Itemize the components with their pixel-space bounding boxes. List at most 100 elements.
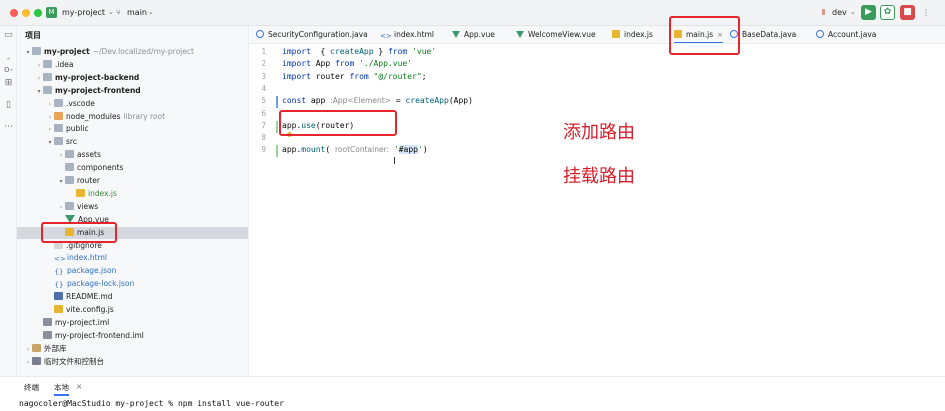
branch-name[interactable]: main [127, 8, 147, 17]
md-icon [54, 292, 63, 301]
folder-icon [65, 176, 74, 184]
tree-item-index-html[interactable]: <>index.html [17, 252, 248, 264]
js-file-icon [612, 30, 620, 38]
tab-label: Account.java [828, 30, 877, 39]
tree-item-readme-md[interactable]: README.md [17, 291, 248, 303]
tree-item-my-project-frontend[interactable]: ▾ my-project-frontend [17, 85, 248, 98]
highlight-box-app-use [279, 110, 397, 136]
html-icon: <> [54, 255, 66, 264]
tab-label: SecurityConfiguration.java [268, 30, 368, 39]
chevron-down-icon[interactable]: ▾ [46, 137, 54, 149]
terminal-command[interactable]: nagocoler@MacStudio my-project % npm ins… [19, 399, 284, 408]
folder-icon[interactable]: ▭ [3, 30, 14, 41]
tree-item-my-project-iml[interactable]: my-project.iml [17, 317, 248, 329]
tab-local[interactable]: 本地 [54, 382, 69, 396]
tree-item-src[interactable]: ▾ src [17, 136, 248, 149]
highlight-box-main-tab [669, 16, 740, 55]
tree-item-router[interactable]: ▾ router [17, 175, 248, 188]
chevron-down-icon[interactable]: ▾ [24, 47, 32, 59]
tree-item-label: .vscode [66, 98, 95, 108]
chevron-down-icon: ⌄ [148, 8, 154, 16]
tree-item-label: my-project-frontend.iml [55, 330, 144, 340]
tab-terminal[interactable]: 终端 [24, 382, 39, 393]
chevron-right-icon[interactable]: › [24, 344, 32, 356]
code-line-3[interactable]: import router from "@/router"; [282, 72, 427, 81]
bookmark-icon[interactable]: ▯ [3, 100, 14, 111]
folder-icon [32, 47, 41, 55]
tree-item-suffix: library root [123, 111, 166, 121]
more-options-icon[interactable]: ⋮ [922, 8, 930, 17]
code-line-5[interactable]: const app :App<Element> = createApp(App) [282, 96, 473, 105]
folder-icon [43, 85, 52, 94]
chevron-right-icon[interactable]: › [46, 112, 54, 124]
line-number: 5 [261, 96, 266, 106]
stop-icon[interactable]: ■ [900, 5, 915, 20]
tree-item-label: 外部库 [44, 343, 67, 353]
commit-icon[interactable]: -o- [3, 54, 14, 75]
tab-index-html[interactable]: <> index.html [380, 26, 434, 43]
tree-item-vite-config-js[interactable]: vite.config.js [17, 304, 248, 316]
more-tools-icon[interactable]: ⋯ [3, 122, 14, 133]
tree-item-label: views [77, 201, 99, 211]
chevron-right-icon[interactable]: › [57, 150, 65, 162]
chevron-down-icon[interactable]: ▾ [57, 176, 65, 188]
debug-icon[interactable]: ✿ [880, 5, 895, 20]
minimize-window-button[interactable] [22, 9, 30, 17]
tree-item-assets[interactable]: › assets [17, 149, 248, 162]
chevron-right-icon[interactable]: › [24, 357, 32, 369]
tab-account-java[interactable]: Account.java [816, 26, 877, 43]
chevron-down-icon[interactable]: ▾ [35, 86, 43, 98]
close-window-button[interactable] [10, 9, 18, 17]
chevron-right-icon[interactable]: › [35, 73, 43, 85]
tree-item-my-project-frontend-iml[interactable]: my-project-frontend.iml [17, 330, 248, 342]
tab-index-js[interactable]: index.js [612, 26, 653, 43]
tab-label: index.js [624, 30, 653, 39]
chevron-right-icon[interactable]: › [57, 202, 65, 214]
close-icon[interactable]: × [76, 382, 82, 391]
tree-item-package-json[interactable]: {} package.json [17, 265, 248, 277]
tree-item-public[interactable]: › public [17, 123, 248, 136]
tab-label: WelcomeView.vue [528, 30, 596, 39]
tree-item-外部库[interactable]: › 外部库 [17, 343, 248, 356]
java-file-icon [256, 30, 264, 38]
tool-strip: ▭ -o- ⊞ ▯ ⋯ [0, 26, 17, 376]
maximize-window-button[interactable] [34, 9, 42, 17]
tree-item-label: my-project [44, 47, 90, 56]
tree-item-components[interactable]: components [17, 162, 248, 174]
chevron-right-icon[interactable]: › [46, 99, 54, 111]
tree-item-临时文件和控制台[interactable]: › 临时文件和控制台 [17, 356, 248, 369]
tree-item--idea[interactable]: › .idea [17, 59, 248, 72]
code-line-1[interactable]: import { createApp } from 'vue' [282, 47, 436, 56]
structure-icon[interactable]: ⊞ [3, 78, 14, 89]
terminal-panel: 终端 本地 × nagocoler@MacStudio my-project %… [0, 376, 945, 411]
run-config[interactable]: dev [832, 8, 847, 17]
tree-item-package-lock-json[interactable]: {} package-lock.json [17, 278, 248, 290]
chevron-right-icon[interactable]: › [46, 124, 54, 136]
tree-item-label: 临时文件和控制台 [44, 356, 104, 366]
tree-item-my-project-backend[interactable]: › my-project-backend [17, 72, 248, 85]
tree-item-label: index.js [88, 188, 117, 198]
code-line-9[interactable]: app.mount( rootContainer: '#app') [282, 145, 428, 155]
project-panel-header[interactable]: 项目 [25, 30, 41, 41]
chevron-right-icon[interactable]: › [35, 60, 43, 72]
tab-securityconfiguration-java[interactable]: SecurityConfiguration.java [256, 26, 368, 43]
title-bar: M my-project ⌄ ⑂ main ⌄ ⫴ dev ⌄ ▶ ✿ ■ ⋮ [0, 0, 945, 26]
tree-item-node-modules[interactable]: › node_modules library root [17, 111, 248, 124]
branch-icon: ⑂ [116, 8, 121, 17]
tree-item--vscode[interactable]: › .vscode [17, 98, 248, 111]
code-line-2[interactable]: import App from './App.vue' [282, 59, 412, 68]
tree-item-index-js[interactable]: index.js [17, 188, 248, 200]
code-token: 'vue' [407, 47, 437, 56]
project-badge[interactable]: M [46, 7, 57, 18]
tree-item-my-project[interactable]: ▾ my-project ~/Dev.localized/my-project [17, 46, 248, 59]
run-icon[interactable]: ▶ [861, 5, 876, 20]
tab-app-vue[interactable]: App.vue [452, 26, 495, 43]
code-token: } [373, 47, 388, 56]
line-number: 2 [261, 59, 266, 69]
line-number: 3 [261, 71, 266, 81]
code-editor[interactable]: 1 2 3 4 5 6 7 8 9 import { createApp } from 'vue… [250, 44, 945, 376]
tree-item-views[interactable]: › views [17, 201, 248, 214]
tab-welcomeview-vue[interactable]: WelcomeView.vue [516, 26, 596, 43]
project-name[interactable]: my-project [62, 8, 105, 17]
folder-orange-icon [54, 111, 63, 120]
